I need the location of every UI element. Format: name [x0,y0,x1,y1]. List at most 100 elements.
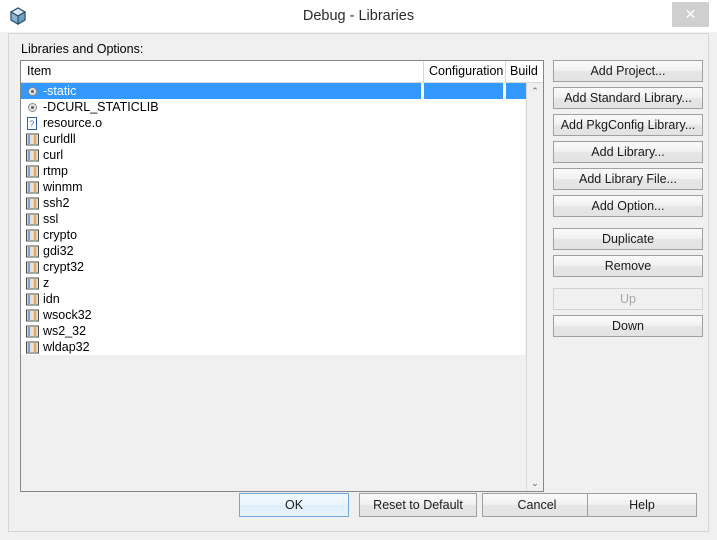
row-label: z [43,276,50,290]
row-cell-item: ? resource.o [21,115,421,131]
cancel-button[interactable]: Cancel [482,493,592,517]
help-button[interactable]: Help [587,493,697,517]
option-icon [26,85,39,98]
table-row[interactable]: -static [21,83,542,99]
row-cell-configuration [424,243,503,259]
reset-button[interactable]: Reset to Default [359,493,477,517]
row-label: resource.o [43,116,103,130]
row-cell-item: curldll [21,131,421,147]
table-row[interactable]: crypto [21,227,525,243]
add-pkgconfig-library-button[interactable]: Add PkgConfig Library... [553,114,703,136]
column-header-item[interactable]: Item [21,61,424,82]
row-cell-configuration [424,323,503,339]
close-icon[interactable]: ✕ [672,2,709,27]
row-label: ssh2 [43,196,70,210]
library-icon [26,229,39,242]
side-button-panel: Add Project... Add Standard Library... Add… [553,60,703,342]
row-label: ws2_32 [43,324,87,338]
table-row[interactable]: rtmp [21,163,525,179]
library-icon [26,213,39,226]
row-label: gdi32 [43,244,74,258]
row-cell-item: gdi32 [21,243,421,259]
table-row[interactable]: -DCURL_STATICLIB [21,99,525,115]
option-icon [26,101,39,114]
row-cell-configuration [424,211,503,227]
row-cell-configuration [424,115,503,131]
duplicate-button[interactable]: Duplicate [553,228,703,250]
row-label: -static [43,84,77,98]
row-label: idn [43,292,60,306]
library-icon [26,325,39,338]
library-icon [26,277,39,290]
library-icon [26,149,39,162]
library-icon [26,261,39,274]
library-icon [26,181,39,194]
scroll-down-icon[interactable]: ⌄ [527,475,543,491]
table-row[interactable]: curl [21,147,525,163]
row-label: wsock32 [43,308,92,322]
table-row[interactable]: ? resource.o [21,115,525,131]
list-rows-viewport: -static -DCURL_STATICLIB? resource.o curldl… [21,83,542,491]
table-row[interactable]: winmm [21,179,525,195]
add-option-button[interactable]: Add Option... [553,195,703,217]
row-cell-configuration [424,291,503,307]
table-row[interactable]: curldll [21,131,525,147]
row-label: winmm [43,180,83,194]
table-row[interactable]: crypt32 [21,259,525,275]
row-cell-item: wldap32 [21,339,421,355]
table-row[interactable]: idn [21,291,525,307]
debug-libraries-dialog: Debug - Libraries ✕ Libraries and Option… [0,0,717,540]
table-row[interactable]: wldap32 [21,339,525,355]
svg-text:?: ? [30,119,35,128]
dialog-content: Libraries and Options: Item Configuratio… [8,33,709,532]
row-cell-item: crypto [21,227,421,243]
add-library-button[interactable]: Add Library... [553,141,703,163]
row-cell-item: -DCURL_STATICLIB [21,99,421,115]
scroll-up-icon[interactable]: ⌃ [527,83,543,100]
row-label: curl [43,148,64,162]
add-project-button[interactable]: Add Project... [553,60,703,82]
library-icon [26,261,39,274]
row-label: crypto [43,228,78,242]
list-header: Item Configuration Build [21,61,543,83]
add-library-file-button[interactable]: Add Library File... [553,168,703,190]
library-icon [26,309,39,322]
file-icon: ? [27,117,37,130]
table-row[interactable]: ws2_32 [21,323,525,339]
row-cell-configuration [424,83,503,99]
library-icon [26,325,39,338]
row-label: rtmp [43,164,68,178]
row-cell-configuration [424,195,503,211]
table-row[interactable]: ssh2 [21,195,525,211]
row-cell-item: wsock32 [21,307,421,323]
library-icon [26,165,39,178]
list-rows: -static -DCURL_STATICLIB? resource.o curldl… [21,83,542,355]
library-icon [26,293,39,306]
library-icon [26,341,39,354]
libraries-list[interactable]: Item Configuration Build -static -DCURL_S… [20,60,544,492]
row-cell-configuration [424,131,503,147]
table-row[interactable]: gdi32 [21,243,525,259]
row-cell-configuration [424,339,503,355]
row-label: wldap32 [43,340,90,354]
library-icon [26,245,39,258]
table-row[interactable]: ssl [21,211,525,227]
row-cell-configuration [424,307,503,323]
column-header-configuration[interactable]: Configuration [424,61,506,82]
table-row[interactable]: wsock32 [21,307,525,323]
list-vertical-scrollbar[interactable]: ⌃ ⌄ [526,83,543,491]
ok-button[interactable]: OK [239,493,349,517]
library-icon [26,309,39,322]
row-cell-item: ssl [21,211,421,227]
row-cell-configuration [424,259,503,275]
title-bar: Debug - Libraries ✕ [0,0,717,32]
library-icon [26,245,39,258]
move-down-button[interactable]: Down [553,315,703,337]
table-row[interactable]: z [21,275,525,291]
row-cell-item: ssh2 [21,195,421,211]
add-standard-library-button[interactable]: Add Standard Library... [553,87,703,109]
column-header-build[interactable]: Build [506,61,542,82]
option-icon [28,103,37,112]
remove-button[interactable]: Remove [553,255,703,277]
row-cell-item: crypt32 [21,259,421,275]
